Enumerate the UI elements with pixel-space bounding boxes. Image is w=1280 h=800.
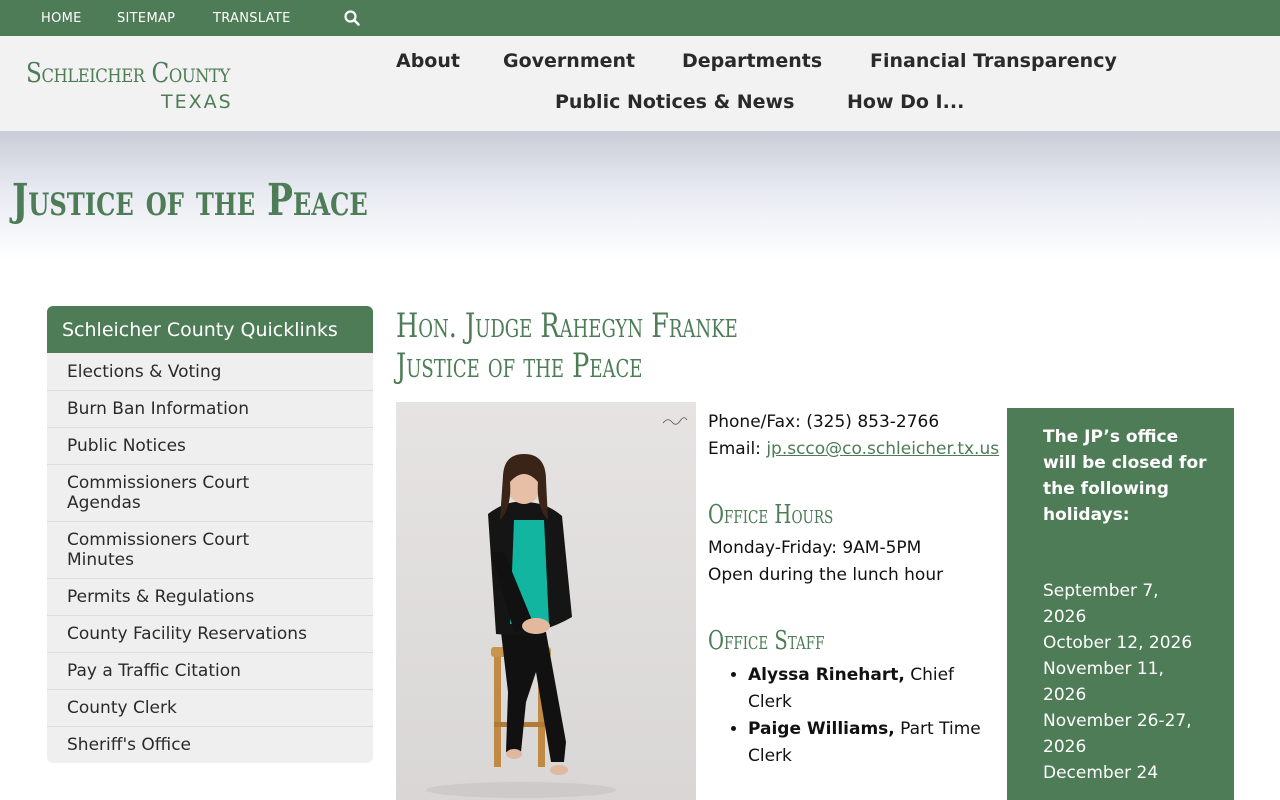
email-label: Email:	[708, 439, 761, 459]
top-utility-bar: HOME SITEMAP TRANSLATE	[0, 0, 1280, 36]
quicklink-court-minutes[interactable]: Commissioners Court Minutes	[47, 521, 373, 578]
notice-heading: The JP’s office will be closed for the f…	[1043, 427, 1207, 525]
quicklink-public-notices[interactable]: Public Notices	[47, 427, 373, 464]
holiday-date: September 7, 2026	[1043, 581, 1159, 627]
page-title: Justice of the Peace	[12, 175, 368, 226]
judge-title: Justice of the Peace	[396, 346, 643, 386]
sitemap-link[interactable]: SITEMAP	[117, 11, 175, 26]
staff-item: Alyssa Rinehart, Chief Clerk	[748, 662, 998, 716]
quicklink-burn-ban[interactable]: Burn Ban Information	[47, 390, 373, 427]
quicklinks-list: Elections & Voting Burn Ban Information …	[47, 353, 373, 763]
quicklink-county-clerk[interactable]: County Clerk	[47, 689, 373, 726]
photo-watermark	[662, 416, 688, 426]
page-hero: Justice of the Peace	[0, 131, 1280, 261]
holiday-date: November 11, 2026	[1043, 659, 1164, 705]
staff-item: Paige Williams, Part Time Clerk	[748, 716, 998, 770]
logo-subtitle: TEXAS	[161, 91, 233, 113]
judge-heading: Hon. Judge Rahegyn Franke Justice of the…	[396, 306, 738, 386]
translate-link[interactable]: TRANSLATE	[213, 11, 291, 26]
holiday-date: October 12, 2026	[1043, 633, 1193, 653]
staff-name: Paige Williams,	[748, 719, 895, 739]
nav-how-do-i[interactable]: How Do I...	[847, 91, 964, 113]
nav-financial-transparency[interactable]: Financial Transparency	[870, 50, 1117, 72]
email-link[interactable]: jp.scco@co.schleicher.tx.us	[766, 439, 999, 459]
judge-photo	[396, 402, 696, 800]
holiday-dates: September 7, 2026 October 12, 2026 Novem…	[1043, 578, 1203, 786]
quicklink-permits[interactable]: Permits & Regulations	[47, 578, 373, 615]
quicklink-facility-reservations[interactable]: County Facility Reservations	[47, 615, 373, 652]
watermark-logo	[662, 417, 688, 425]
hours-line-2: Open during the lunch hour	[708, 565, 944, 585]
site-header: Schleicher County TEXAS About Government…	[0, 36, 1280, 131]
quicklinks-panel: Schleicher County Quicklinks Elections &…	[47, 306, 373, 763]
nav-public-notices-news[interactable]: Public Notices & News	[555, 91, 794, 113]
judge-name: Hon. Judge Rahegyn Franke	[396, 306, 738, 346]
quicklink-elections[interactable]: Elections & Voting	[47, 353, 373, 390]
holiday-notice: The JP’s office will be closed for the f…	[1007, 408, 1234, 800]
home-link[interactable]: HOME	[41, 11, 82, 26]
nav-government[interactable]: Government	[503, 50, 635, 72]
email-line: Email: jp.scco@co.schleicher.tx.us	[708, 439, 999, 459]
staff-name: Alyssa Rinehart,	[748, 665, 905, 685]
nav-about[interactable]: About	[396, 50, 460, 72]
search-icon[interactable]	[344, 10, 360, 26]
quicklink-court-agendas[interactable]: Commissioners Court Agendas	[47, 464, 373, 521]
phone-line: Phone/Fax: (325) 853-2766	[708, 412, 939, 432]
quicklink-sheriffs-office[interactable]: Sheriff's Office	[47, 726, 373, 763]
phone-label: Phone/Fax:	[708, 412, 801, 432]
holiday-date: November 26-27, 2026	[1043, 711, 1192, 757]
office-hours-title: Office Hours	[708, 500, 834, 530]
office-staff-title: Office Staff	[708, 626, 825, 656]
quicklinks-title: Schleicher County Quicklinks	[47, 306, 373, 353]
nav-departments[interactable]: Departments	[682, 50, 822, 72]
hours-line-1: Monday-Friday: 9AM-5PM	[708, 538, 922, 558]
staff-list: Alyssa Rinehart, Chief Clerk Paige Willi…	[748, 662, 998, 770]
phone-value: (325) 853-2766	[806, 412, 940, 432]
judge-portrait	[426, 454, 616, 798]
quicklink-traffic-citation[interactable]: Pay a Traffic Citation	[47, 652, 373, 689]
holiday-date: December 24	[1043, 763, 1159, 783]
logo-title[interactable]: Schleicher County	[26, 58, 230, 89]
